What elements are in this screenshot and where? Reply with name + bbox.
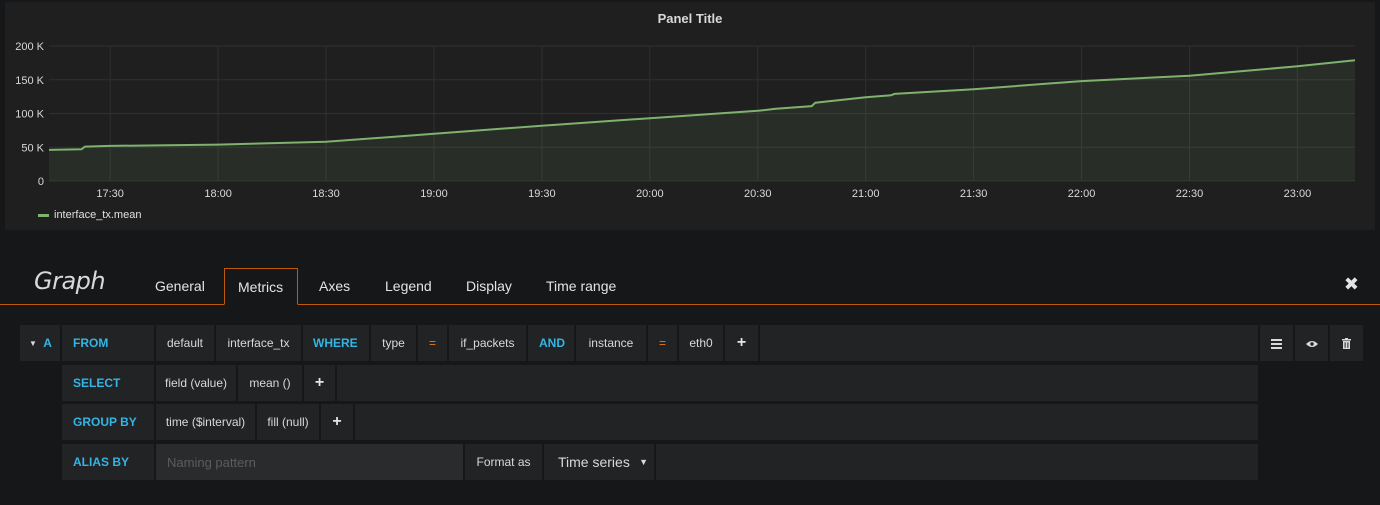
- editor-title: Graph: [34, 267, 106, 295]
- y-tick-label: 50 K: [21, 142, 44, 154]
- editor-header: Graph General Metrics Axes Legend Displa…: [0, 262, 1380, 305]
- x-tick-label: 19:00: [420, 188, 448, 200]
- select-function-segment[interactable]: mean (): [238, 365, 302, 401]
- from-row-filler: [760, 325, 1258, 361]
- tab-general[interactable]: General: [142, 269, 218, 304]
- tab-time-range[interactable]: Time range: [533, 269, 629, 304]
- chevron-down-icon: ▼: [29, 339, 37, 348]
- add-tag-plus-icon[interactable]: +: [725, 325, 758, 361]
- alias-row-filler: [656, 444, 1258, 480]
- from-keyword: FROM: [62, 325, 154, 361]
- x-tick-label: 21:30: [960, 188, 988, 200]
- x-tick-label: 17:30: [96, 188, 124, 200]
- legend-series-label[interactable]: interface_tx.mean: [54, 209, 141, 221]
- y-tick-label: 200 K: [15, 41, 44, 53]
- x-tick-label: 18:30: [312, 188, 340, 200]
- x-tick-label: 22:00: [1068, 188, 1096, 200]
- x-tick-label: 21:00: [852, 188, 880, 200]
- x-tick-label: 22:30: [1176, 188, 1204, 200]
- tag-value-if-packets-segment[interactable]: if_packets: [449, 325, 526, 361]
- series-area-fill: [49, 60, 1355, 182]
- tag-key-instance-segment[interactable]: instance: [576, 325, 646, 361]
- format-as-value: Time series: [558, 454, 630, 470]
- trash-icon[interactable]: [1330, 325, 1363, 361]
- y-tick-label: 0: [38, 176, 44, 188]
- format-as-select[interactable]: Time series ▼: [544, 444, 654, 480]
- group-by-row-filler: [355, 404, 1258, 440]
- where-keyword: WHERE: [303, 325, 369, 361]
- tag-operator-segment[interactable]: =: [418, 325, 447, 361]
- format-as-label: Format as: [465, 444, 542, 480]
- add-group-by-plus-icon[interactable]: +: [321, 404, 353, 440]
- y-tick-label: 150 K: [15, 75, 44, 87]
- select-field-segment[interactable]: field (value): [156, 365, 236, 401]
- and-keyword[interactable]: AND: [528, 325, 574, 361]
- select-row-filler: [337, 365, 1258, 401]
- panel-title[interactable]: Panel Title: [5, 11, 1375, 26]
- select-keyword: SELECT: [62, 365, 154, 401]
- eye-icon[interactable]: [1295, 325, 1328, 361]
- legend[interactable]: interface_tx.mean: [38, 209, 141, 221]
- alias-input[interactable]: [156, 444, 463, 480]
- x-tick-label: 20:00: [636, 188, 664, 200]
- query-collapse-toggle[interactable]: ▼ A: [20, 325, 60, 361]
- tab-display[interactable]: Display: [453, 269, 525, 304]
- y-tick-label: 100 K: [15, 109, 44, 121]
- graph-canvas: 0 50 K 100 K 150 K 200 K 17:30 18:00 18:30 19:00…: [15, 41, 1356, 200]
- add-select-plus-icon[interactable]: +: [304, 365, 335, 401]
- retention-policy-segment[interactable]: default: [156, 325, 214, 361]
- x-tick-label: 20:30: [744, 188, 772, 200]
- measurement-segment[interactable]: interface_tx: [216, 325, 301, 361]
- tag-value-eth0-segment[interactable]: eth0: [679, 325, 723, 361]
- group-by-keyword: GROUP BY: [62, 404, 154, 440]
- close-icon[interactable]: ✖: [1344, 274, 1359, 295]
- alias-by-keyword: ALIAS BY: [62, 444, 154, 480]
- graph-panel: 0 50 K 100 K 150 K 200 K 17:30 18:00 18:30 19:00…: [5, 2, 1375, 230]
- x-tick-label: 19:30: [528, 188, 556, 200]
- tab-axes[interactable]: Axes: [306, 269, 363, 304]
- legend-swatch: [38, 213, 49, 217]
- group-by-time-segment[interactable]: time ($interval): [156, 404, 255, 440]
- group-by-fill-segment[interactable]: fill (null): [257, 404, 319, 440]
- tag-key-type-segment[interactable]: type: [371, 325, 416, 361]
- x-tick-label: 18:00: [204, 188, 232, 200]
- tab-metrics[interactable]: Metrics: [224, 268, 298, 305]
- x-tick-label: 23:00: [1284, 188, 1312, 200]
- caret-down-icon: ▼: [639, 457, 648, 467]
- query-ref-id: A: [43, 336, 52, 350]
- tag-operator-segment-2[interactable]: =: [648, 325, 677, 361]
- hamburger-menu-icon[interactable]: [1260, 325, 1293, 361]
- tab-legend[interactable]: Legend: [372, 269, 445, 304]
